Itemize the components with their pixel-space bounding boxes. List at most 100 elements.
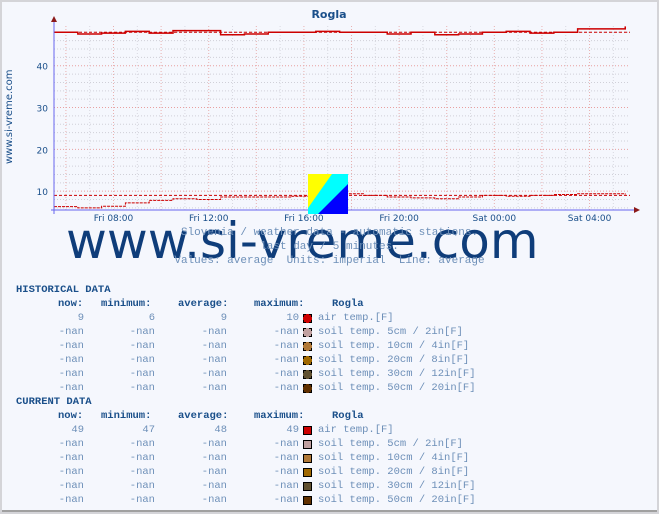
y-axis-ticks: 10 20 30 40 <box>37 63 49 198</box>
chart-title: Rogla <box>311 8 346 21</box>
value-avg: -nan <box>201 438 227 450</box>
value-now: -nan <box>58 480 84 492</box>
legend-label: soil temp. 5cm / 2in[F] <box>318 326 463 338</box>
x-axis-arrow-icon <box>634 207 640 213</box>
value-now: -nan <box>58 354 84 366</box>
si-vreme-logo <box>308 174 348 214</box>
value-max: -nan <box>273 494 299 506</box>
value-min: -nan <box>129 452 155 464</box>
value-avg: -nan <box>201 452 227 464</box>
series-line <box>54 26 626 36</box>
station-header: Rogla <box>332 410 364 422</box>
column-header: maximum: <box>254 410 305 422</box>
historical-title: HISTORICAL DATA <box>16 284 111 296</box>
subtitle-line-2: last day / 5 minutes. <box>260 241 399 253</box>
value-avg: -nan <box>201 326 227 338</box>
y-axis-arrow-icon <box>51 16 57 22</box>
value-min: -nan <box>129 382 155 394</box>
legend-label: soil temp. 20cm / 8in[F] <box>318 354 470 366</box>
value-avg: -nan <box>201 480 227 492</box>
value-max: 10 <box>286 312 299 324</box>
column-header: now: <box>58 410 84 422</box>
value-min: 47 <box>142 424 155 436</box>
column-header: average: <box>178 410 229 422</box>
value-now: -nan <box>58 368 84 380</box>
legend-swatch <box>303 496 312 505</box>
value-max: -nan <box>273 368 299 380</box>
value-max: 49 <box>286 424 299 436</box>
value-avg: 9 <box>220 312 227 324</box>
y-tick-label: 40 <box>37 63 49 73</box>
value-min: -nan <box>129 368 155 380</box>
value-avg: 48 <box>214 424 227 436</box>
legend-swatch <box>303 426 312 435</box>
column-header: now: <box>58 298 84 310</box>
value-max: -nan <box>273 326 299 338</box>
value-avg: -nan <box>201 494 227 506</box>
value-avg: -nan <box>201 340 227 352</box>
legend-swatch <box>303 440 312 449</box>
value-max: -nan <box>273 438 299 450</box>
legend-label: soil temp. 30cm / 12in[F] <box>318 480 476 492</box>
value-min: -nan <box>129 354 155 366</box>
value-now: -nan <box>58 494 84 506</box>
side-watermark-label: www.si-vreme.com <box>4 69 15 164</box>
column-header: minimum: <box>101 410 152 422</box>
legend-swatch <box>303 314 312 323</box>
value-avg: -nan <box>201 466 227 478</box>
station-header: Rogla <box>332 298 364 310</box>
value-now: -nan <box>58 340 84 352</box>
legend-swatch <box>303 342 312 351</box>
column-header: maximum: <box>254 298 305 310</box>
value-max: -nan <box>273 452 299 464</box>
column-header: average: <box>178 298 229 310</box>
value-now: -nan <box>58 466 84 478</box>
current-title: CURRENT DATA <box>16 396 92 408</box>
value-now: -nan <box>58 382 84 394</box>
legend-label: air temp.[F] <box>318 424 394 436</box>
value-max: -nan <box>273 466 299 478</box>
y-tick-label: 30 <box>37 105 49 115</box>
value-max: -nan <box>273 480 299 492</box>
legend-label: soil temp. 50cm / 20in[F] <box>318 382 476 394</box>
subtitle-line-1: Slovenia / weather data - automatic stat… <box>180 227 479 239</box>
value-min: -nan <box>129 326 155 338</box>
legend-label: soil temp. 30cm / 12in[F] <box>318 368 476 380</box>
legend-label: air temp.[F] <box>318 312 394 324</box>
x-tick-label: Sat 04:00 <box>568 214 612 224</box>
legend-label: soil temp. 10cm / 4in[F] <box>318 340 470 352</box>
value-max: -nan <box>273 354 299 366</box>
value-min: 6 <box>148 312 155 324</box>
legend-label: soil temp. 10cm / 4in[F] <box>318 452 470 464</box>
value-max: -nan <box>273 382 299 394</box>
legend-swatch <box>303 356 312 365</box>
legend-swatch <box>303 384 312 393</box>
legend-swatch <box>303 482 312 491</box>
value-min: -nan <box>129 340 155 352</box>
legend-swatch <box>303 454 312 463</box>
value-min: -nan <box>129 494 155 506</box>
value-now: 9 <box>77 312 84 324</box>
value-max: -nan <box>273 340 299 352</box>
value-min: -nan <box>129 480 155 492</box>
legend-label: soil temp. 20cm / 8in[F] <box>318 466 470 478</box>
value-avg: -nan <box>201 382 227 394</box>
y-tick-label: 20 <box>37 146 49 156</box>
legend-swatch <box>303 328 312 337</box>
value-now: 49 <box>71 424 84 436</box>
subtitle-line-3: Values: average Units: imperial Line: av… <box>174 255 485 267</box>
page-frame: Rogla 10 20 30 40 Fri 08:00 Fri 12:00 Fri 16:… <box>2 2 657 512</box>
column-header: minimum: <box>101 298 152 310</box>
value-avg: -nan <box>201 354 227 366</box>
value-min: -nan <box>129 438 155 450</box>
value-now: -nan <box>58 326 84 338</box>
value-min: -nan <box>129 466 155 478</box>
y-tick-label: 10 <box>37 188 49 198</box>
legend-label: soil temp. 50cm / 20in[F] <box>318 494 476 506</box>
legend-swatch <box>303 468 312 477</box>
value-avg: -nan <box>201 368 227 380</box>
value-now: -nan <box>58 438 84 450</box>
value-now: -nan <box>58 452 84 464</box>
legend-label: soil temp. 5cm / 2in[F] <box>318 438 463 450</box>
legend-swatch <box>303 370 312 379</box>
